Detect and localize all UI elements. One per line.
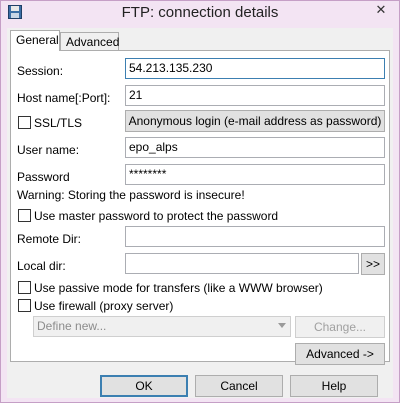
host-label: Host name[:Port]: [17,91,111,105]
change-button[interactable]: Change... [295,316,385,338]
host-input[interactable]: 21 [125,85,385,106]
ok-button[interactable]: OK [100,375,188,397]
local-dir-label: Local dir: [17,259,66,273]
passive-mode-checkbox[interactable] [18,281,31,294]
tab-general[interactable]: General [10,30,60,51]
tab-advanced[interactable]: Advanced [60,32,119,52]
anonymous-login-button[interactable]: Anonymous login (e-mail address as passw… [125,110,385,132]
local-dir-input[interactable] [125,253,359,274]
ssl-label: SSL/TLS [34,116,83,130]
advanced-button[interactable]: Advanced -> [295,343,385,365]
ssl-checkbox[interactable] [18,116,31,129]
title-bar[interactable]: FTP: connection details ✕ [1,1,399,25]
help-button[interactable]: Help [290,375,378,397]
ftp-connection-dialog: FTP: connection details ✕ General Advanc… [0,0,400,403]
firewall-select-value: Define new... [37,319,107,333]
remote-dir-label: Remote Dir: [17,232,82,246]
cancel-button[interactable]: Cancel [195,375,283,397]
firewall-label: Use firewall (proxy server) [34,299,174,313]
close-button[interactable]: ✕ [369,1,393,19]
firewall-checkbox[interactable] [18,299,31,312]
dialog-body: General Advanced Session: 54.213.135.230… [7,28,393,398]
session-input[interactable]: 54.213.135.230 [125,58,385,79]
remote-dir-input[interactable] [125,226,385,247]
password-warning: Warning: Storing the password is insecur… [17,188,245,202]
master-password-label: Use master password to protect the passw… [34,209,279,223]
master-password-checkbox[interactable] [18,209,31,222]
username-label: User name: [17,143,80,157]
browse-local-dir-button[interactable]: >> [361,253,385,275]
password-label: Password [17,170,70,184]
chevron-down-icon [278,323,286,328]
general-tab-panel: Session: 54.213.135.230 Host name[:Port]… [10,50,390,365]
username-input[interactable]: epo_alps [125,137,385,158]
close-icon: ✕ [375,2,387,17]
passive-mode-label: Use passive mode for transfers (like a W… [34,281,323,295]
window-title: FTP: connection details [121,4,279,21]
password-input[interactable]: ******** [125,164,385,185]
firewall-select[interactable]: Define new... [33,316,291,337]
session-label: Session: [17,64,64,78]
